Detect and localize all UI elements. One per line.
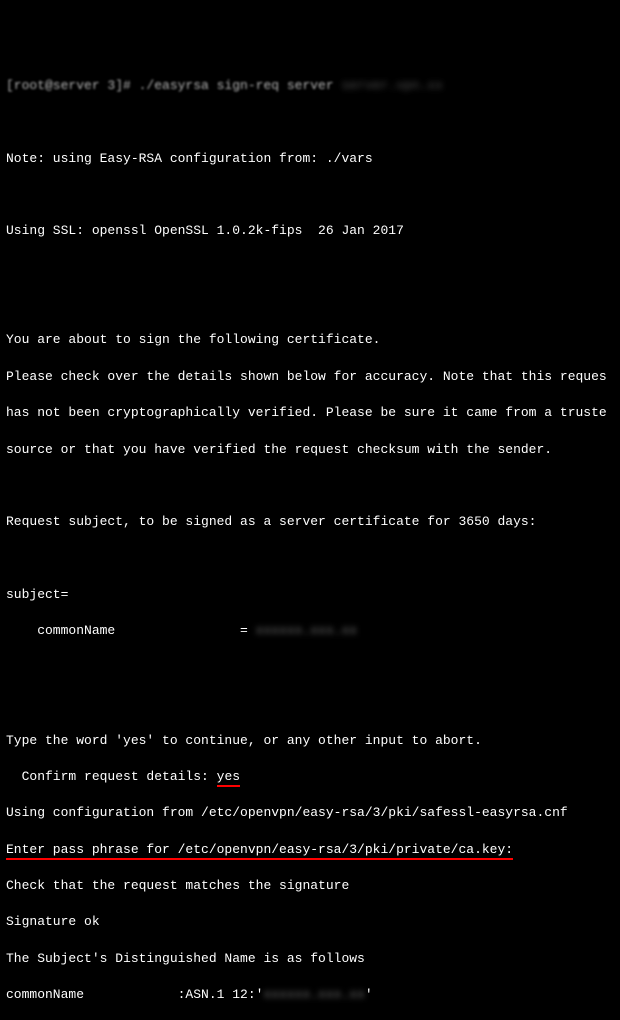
check-signature: Check that the request matches the signa… xyxy=(6,877,614,895)
not-verified: has not been cryptographically verified.… xyxy=(6,404,614,422)
redacted-server-name: server.vpn.xx xyxy=(341,77,442,95)
blank xyxy=(6,695,614,713)
blank xyxy=(6,186,614,204)
signature-ok: Signature ok xyxy=(6,913,614,931)
pass-phrase-line: Enter pass phrase for /etc/openvpn/easy-… xyxy=(6,841,614,859)
redacted-asn1-cn: xxxxxx.xxx.xx xyxy=(263,986,364,1004)
dn-follows: The Subject's Distinguished Name is as f… xyxy=(6,950,614,968)
source-verify: source or that you have verified the req… xyxy=(6,441,614,459)
common-name-line: commonName = xxxxxx.xxx.xx xyxy=(6,622,614,640)
ssl-version: Using SSL: openssl OpenSSL 1.0.2k-fips 2… xyxy=(6,222,614,240)
about-to-sign: You are about to sign the following cert… xyxy=(6,331,614,349)
blank xyxy=(6,477,614,495)
pass-phrase-underlined: Enter pass phrase for /etc/openvpn/easy-… xyxy=(6,842,513,860)
blank xyxy=(6,550,614,568)
using-config: Using configuration from /etc/openvpn/ea… xyxy=(6,804,614,822)
confirm-yes-underlined: yes xyxy=(217,769,240,787)
blank xyxy=(6,295,614,313)
cn-asn1: commonName :ASN.1 12:'xxxxxx.xxx.xx' xyxy=(6,986,614,1004)
note-config: Note: using Easy-RSA configuration from:… xyxy=(6,150,614,168)
redacted-cn: xxxxxx.xxx.xx xyxy=(256,622,357,640)
blank xyxy=(6,113,614,131)
prompt-line: [root@server 3]# ./easyrsa sign-req serv… xyxy=(6,77,614,95)
blank xyxy=(6,659,614,677)
request-subject: Request subject, to be signed as a serve… xyxy=(6,513,614,531)
confirm-line: Confirm request details: yes xyxy=(6,768,614,786)
type-yes: Type the word 'yes' to continue, or any … xyxy=(6,732,614,750)
blank xyxy=(6,259,614,277)
subject-label: subject= xyxy=(6,586,614,604)
check-details: Please check over the details shown belo… xyxy=(6,368,614,386)
